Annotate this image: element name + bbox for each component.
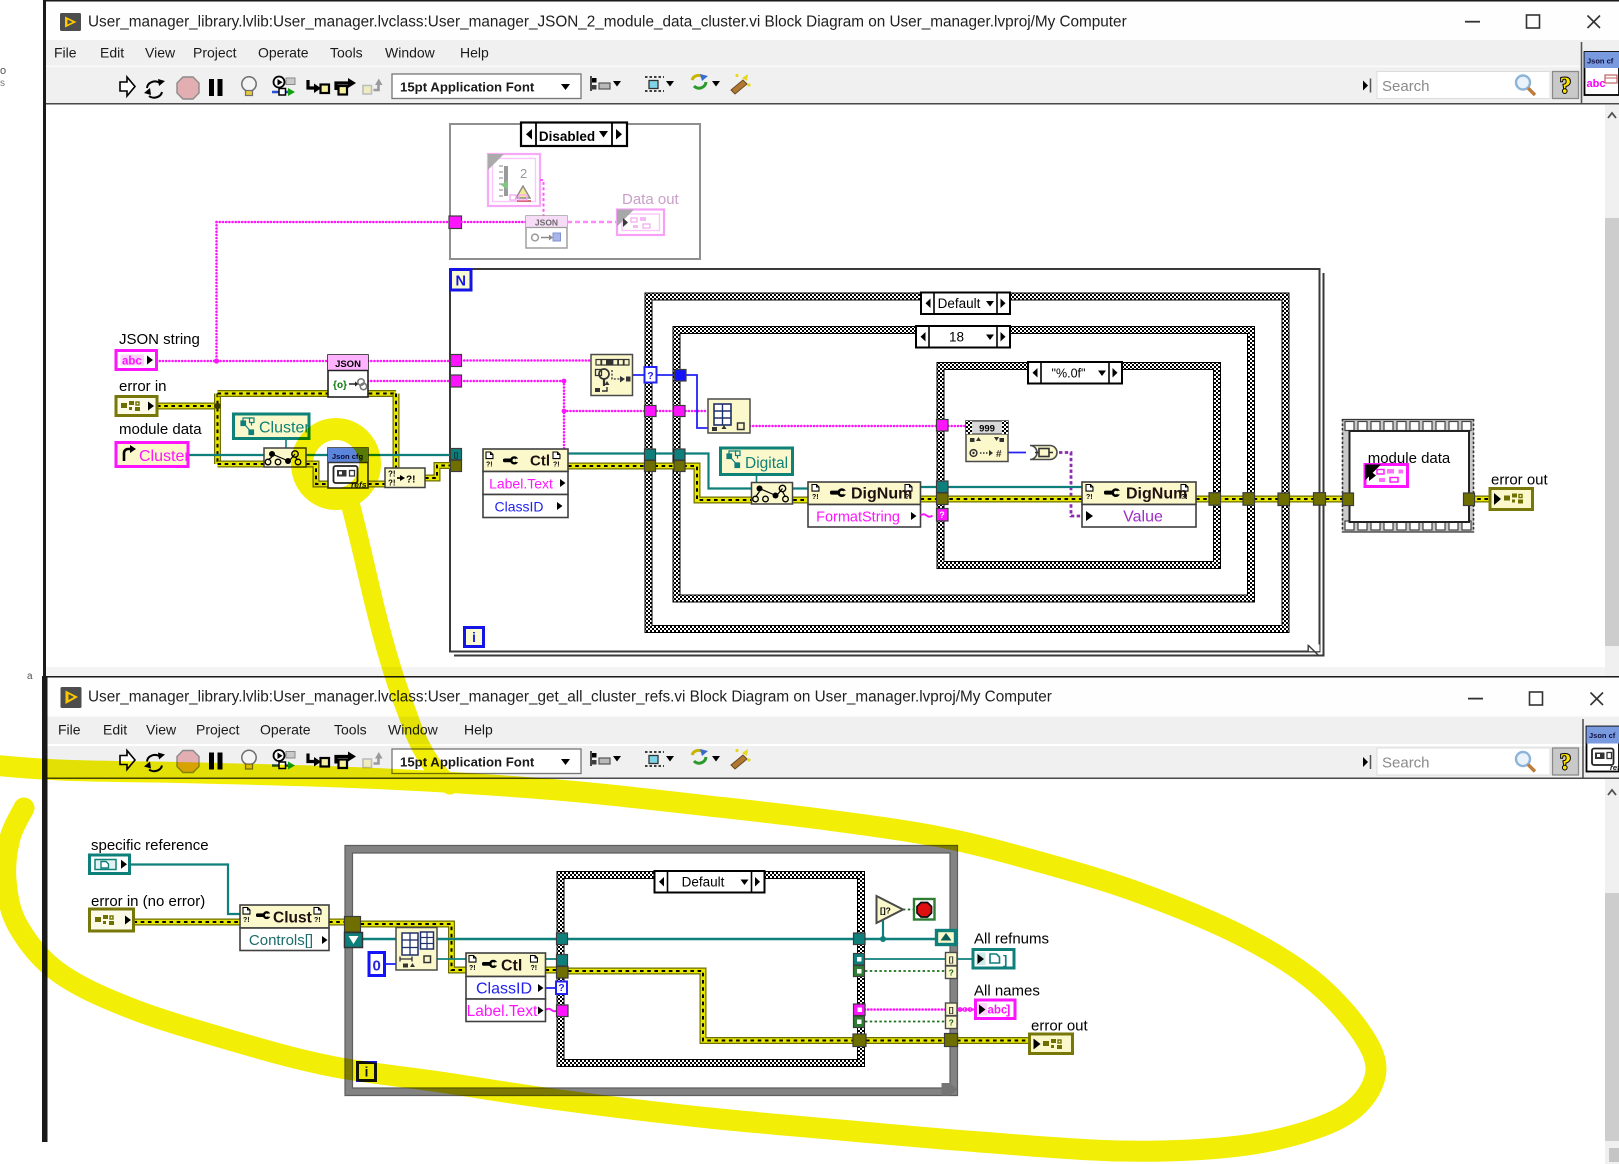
- svg-text:Project: Project: [193, 45, 237, 61]
- svg-text:#: #: [996, 449, 1002, 460]
- svg-text:Help: Help: [464, 722, 493, 738]
- svg-text:?!: ?!: [314, 917, 321, 924]
- svg-text:?: ?: [558, 982, 564, 994]
- svg-text:JSON: JSON: [535, 218, 558, 228]
- svg-text:?: ?: [949, 968, 954, 978]
- svg-text:Label.Text: Label.Text: [489, 476, 553, 492]
- svg-text:error in: error in: [119, 378, 167, 395]
- svg-text:Project: Project: [196, 722, 240, 738]
- svg-text:View: View: [146, 722, 177, 738]
- svg-text:JSON string: JSON string: [119, 331, 200, 348]
- svg-text:?: ?: [1560, 750, 1572, 775]
- svg-text:s: s: [0, 78, 5, 89]
- svg-text:]: ]: [1003, 953, 1007, 968]
- svg-text:?: ?: [1560, 73, 1572, 98]
- svg-text:?: ?: [647, 370, 653, 382]
- svg-text:Controls[]: Controls[]: [249, 932, 313, 949]
- svg-text:o: o: [0, 65, 6, 77]
- svg-text:"%.0f": "%.0f": [1052, 366, 1086, 380]
- svg-text:999: 999: [979, 424, 995, 435]
- svg-text:File: File: [54, 45, 77, 61]
- svg-text:User_manager_library.lvlib:Use: User_manager_library.lvlib:User_manager.…: [88, 689, 1052, 706]
- svg-text:View: View: [145, 45, 176, 61]
- svg-text:error out: error out: [1031, 1018, 1089, 1035]
- svg-text:Default: Default: [938, 296, 981, 311]
- svg-text:?!: ?!: [469, 965, 476, 972]
- svg-text:15pt Application Font: 15pt Application Font: [400, 80, 535, 95]
- svg-text:0: 0: [373, 958, 381, 975]
- svg-text:Help: Help: [460, 45, 489, 61]
- svg-text:?!: ?!: [388, 479, 396, 488]
- svg-text:18: 18: [949, 329, 964, 344]
- svg-text:DigNum: DigNum: [1126, 486, 1187, 503]
- svg-text:Operate: Operate: [258, 45, 309, 61]
- svg-text:Operate: Operate: [260, 722, 311, 738]
- svg-text:ClassID: ClassID: [494, 499, 543, 515]
- svg-text:?: ?: [939, 510, 945, 520]
- svg-text:Disabled: Disabled: [539, 129, 595, 144]
- svg-text:?!: ?!: [553, 461, 560, 468]
- svg-text:File: File: [58, 722, 81, 738]
- svg-text:Clust: Clust: [273, 910, 312, 927]
- svg-text:?!: ?!: [1086, 494, 1093, 501]
- svg-text:All refnums: All refnums: [974, 931, 1049, 948]
- svg-text:All names: All names: [974, 983, 1040, 1000]
- svg-text:?: ?: [949, 1018, 954, 1028]
- svg-text:ref: ref: [1610, 763, 1619, 772]
- svg-text:module data: module data: [119, 421, 202, 438]
- svg-text:Cluster: Cluster: [139, 448, 190, 465]
- svg-text:abc: abc: [122, 356, 142, 368]
- svg-text:{o}: {o}: [333, 380, 347, 391]
- svg-text:Label.Text: Label.Text: [467, 1003, 538, 1020]
- svg-text:Default: Default: [682, 874, 725, 889]
- svg-text:Ctl: Ctl: [501, 958, 522, 975]
- svg-text:[]: []: [949, 1006, 954, 1015]
- svg-text:ClassID: ClassID: [476, 981, 532, 998]
- svg-text:N: N: [455, 274, 465, 290]
- svg-text:[]?: []?: [880, 906, 891, 916]
- svg-text:abc: abc: [1587, 78, 1606, 90]
- svg-text:specific reference: specific reference: [91, 837, 209, 854]
- svg-text:Window: Window: [385, 45, 436, 61]
- svg-text:[]: []: [949, 955, 954, 964]
- svg-text:Edit: Edit: [103, 722, 127, 738]
- svg-text:Json cf: Json cf: [1589, 731, 1616, 740]
- svg-text:error in (no error): error in (no error): [91, 893, 205, 910]
- svg-text:abc: abc: [988, 1005, 1008, 1017]
- svg-text:[]: []: [454, 452, 458, 459]
- svg-text:User_manager_library.lvlib:Use: User_manager_library.lvlib:User_manager.…: [88, 14, 1127, 31]
- svg-text:Search: Search: [1382, 78, 1430, 95]
- svg-text:a: a: [27, 671, 33, 682]
- svg-text:FormatString: FormatString: [816, 510, 900, 526]
- svg-text:DigNum: DigNum: [851, 486, 912, 503]
- svg-text:Value: Value: [1123, 509, 1163, 526]
- svg-text:i: i: [472, 630, 476, 645]
- svg-text:Ctl: Ctl: [530, 453, 550, 470]
- svg-text:2: 2: [520, 166, 527, 181]
- svg-text:?!: ?!: [531, 965, 538, 972]
- svg-text:?!: ?!: [388, 470, 396, 479]
- svg-text:?!: ?!: [243, 917, 250, 924]
- svg-text:Data out: Data out: [622, 191, 680, 208]
- svg-text:?!: ?!: [812, 494, 819, 501]
- svg-text:Digital: Digital: [745, 455, 788, 472]
- svg-text:JSON: JSON: [335, 359, 361, 370]
- svg-text:Json cf: Json cf: [1587, 57, 1614, 66]
- svg-text:error out: error out: [1491, 472, 1549, 489]
- svg-text:Tools: Tools: [334, 722, 367, 738]
- svg-text:?!: ?!: [406, 475, 415, 486]
- svg-text:]: ]: [1006, 1002, 1010, 1017]
- svg-text:Tools: Tools: [330, 45, 363, 61]
- svg-text:?!: ?!: [486, 461, 493, 468]
- svg-text:Edit: Edit: [100, 45, 124, 61]
- svg-text:Search: Search: [1382, 755, 1430, 772]
